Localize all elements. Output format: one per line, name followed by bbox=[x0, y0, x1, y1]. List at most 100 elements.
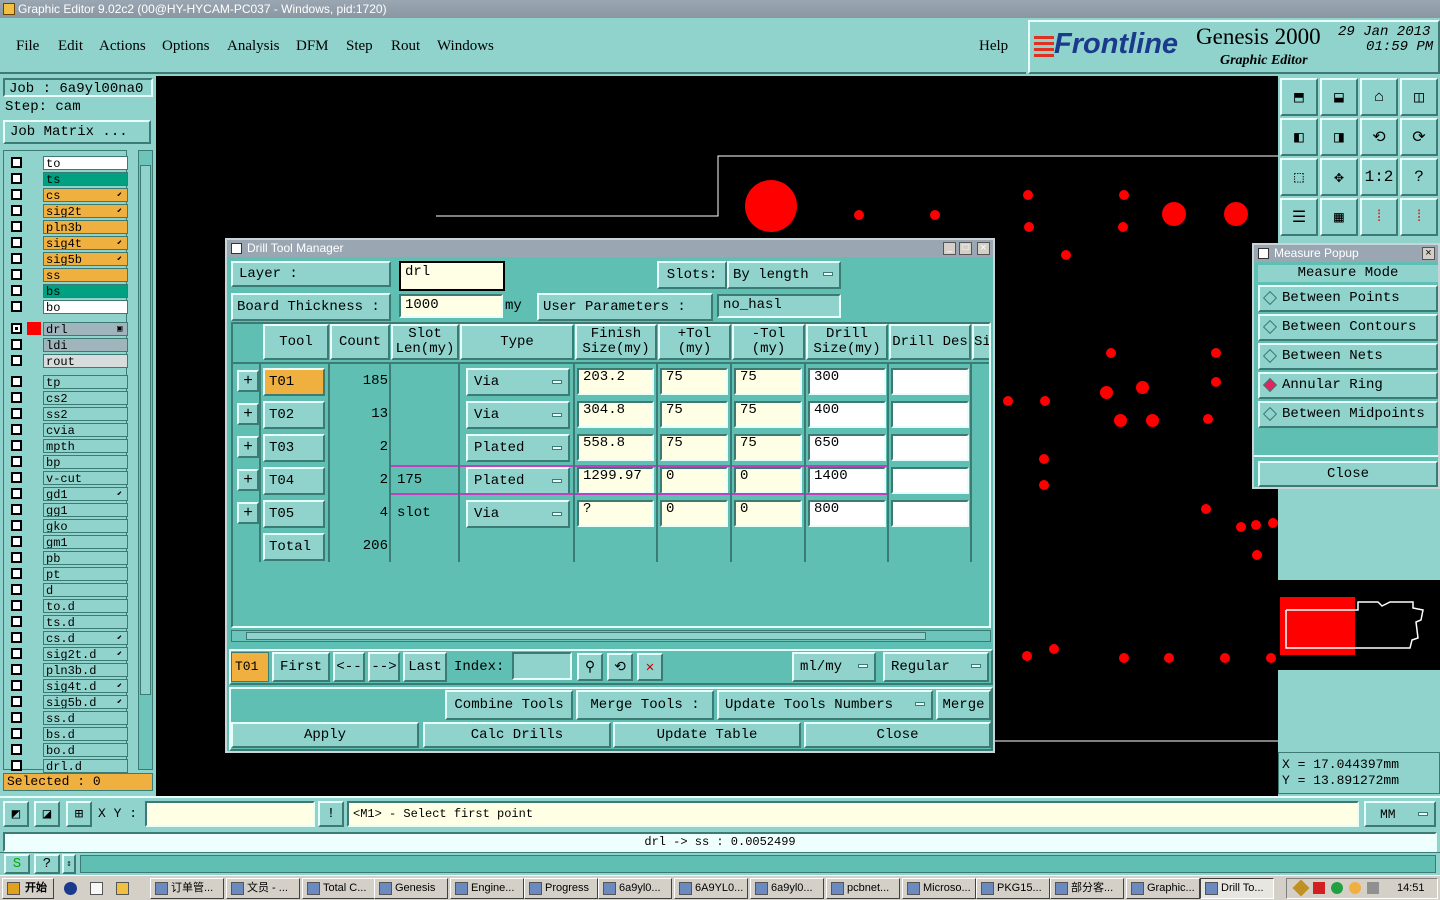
measure-icon[interactable]: ⁞ bbox=[1360, 198, 1398, 236]
fit-all-icon[interactable]: ⬚ bbox=[1280, 158, 1318, 196]
search-icon[interactable]: ⚲ bbox=[577, 653, 603, 681]
layer-row[interactable]: d bbox=[11, 582, 128, 597]
layer-checkbox[interactable] bbox=[11, 552, 22, 563]
menu-actions[interactable]: Actions bbox=[99, 38, 146, 55]
spin-icon[interactable]: ⇕ bbox=[62, 854, 76, 874]
expand-icon[interactable]: + bbox=[237, 502, 259, 524]
layer-name[interactable]: to.d bbox=[43, 598, 128, 613]
scroll-thumb[interactable] bbox=[140, 165, 151, 695]
layer-checkbox[interactable] bbox=[11, 424, 22, 435]
layer-name[interactable]: pln3b.d bbox=[43, 662, 128, 677]
grid-snap-icon[interactable]: ⊞ bbox=[66, 801, 92, 827]
layer-name[interactable]: gg1 bbox=[43, 502, 128, 517]
layer-row[interactable]: bs bbox=[11, 283, 128, 298]
layer-checkbox[interactable] bbox=[11, 472, 22, 483]
layer-row[interactable]: v-cut bbox=[11, 470, 128, 485]
snap-icon[interactable]: ◩ bbox=[3, 801, 29, 827]
layer-row[interactable]: sig5b.d ⬋ bbox=[11, 694, 128, 709]
menu-dfm[interactable]: DFM bbox=[296, 38, 329, 55]
measure-option[interactable]: Between Midpoints bbox=[1258, 401, 1438, 428]
layer-name[interactable]: sig5b.d bbox=[43, 694, 128, 709]
tool-id[interactable]: T03 bbox=[263, 434, 325, 462]
layer-row[interactable]: pln3b bbox=[11, 219, 128, 234]
tool-id[interactable]: T05 bbox=[263, 500, 325, 528]
layer-name[interactable]: sig5b bbox=[43, 251, 128, 266]
type-dropdown[interactable]: Plated bbox=[466, 467, 570, 495]
layer-name[interactable]: drl.d bbox=[43, 758, 128, 773]
layer-name[interactable]: cs2 bbox=[43, 390, 128, 405]
layer-name[interactable]: cs bbox=[43, 187, 128, 202]
layer-name[interactable]: ss bbox=[43, 267, 128, 282]
layer-checkbox[interactable] bbox=[11, 488, 22, 499]
merge-button[interactable]: Merge bbox=[936, 690, 991, 720]
units-mm-dropdown[interactable]: MM bbox=[1364, 801, 1436, 827]
type-dropdown[interactable]: Plated bbox=[466, 434, 570, 462]
taskbar-item[interactable]: pcbnet... bbox=[826, 878, 900, 899]
h-scroll-thumb[interactable] bbox=[246, 632, 926, 640]
plus-tol-input[interactable]: 0 bbox=[660, 467, 728, 494]
layer-checkbox[interactable] bbox=[11, 339, 22, 350]
layer-checkbox[interactable] bbox=[11, 205, 22, 216]
layer-row[interactable]: sig4t.d ⬋ bbox=[11, 678, 128, 693]
alert-icon[interactable]: ! bbox=[318, 801, 344, 827]
taskbar-item[interactable]: Microso... bbox=[902, 878, 976, 899]
layer-checkbox[interactable] bbox=[11, 189, 22, 200]
layer-checkbox[interactable] bbox=[11, 696, 22, 707]
layer-name[interactable]: tp bbox=[43, 374, 128, 389]
first-button[interactable]: First bbox=[272, 652, 330, 682]
measure-option[interactable]: Between Contours bbox=[1258, 314, 1438, 341]
drill-size-input[interactable]: 300 bbox=[808, 368, 886, 395]
layer-checkbox[interactable] bbox=[11, 536, 22, 547]
taskbar-item[interactable]: 部分客... bbox=[1050, 878, 1124, 899]
layer-checkbox[interactable] bbox=[11, 648, 22, 659]
taskbar-item[interactable]: PKG15... bbox=[976, 878, 1050, 899]
layer-checkbox[interactable] bbox=[11, 376, 22, 387]
apply-button[interactable]: Apply bbox=[231, 722, 419, 748]
update-tools-numbers-dropdown[interactable]: Update Tools Numbers bbox=[717, 690, 933, 720]
expand-icon[interactable]: + bbox=[237, 469, 259, 491]
last-button[interactable]: Last bbox=[403, 652, 447, 682]
taskbar-item[interactable]: 6a9yl0... bbox=[598, 878, 672, 899]
layer-name[interactable]: pb bbox=[43, 550, 128, 565]
horizontal-scrollbar[interactable] bbox=[231, 630, 991, 642]
layer-row[interactable]: tp bbox=[11, 374, 128, 389]
layer-name[interactable]: bp bbox=[43, 454, 128, 469]
layer-row[interactable]: bs.d bbox=[11, 726, 128, 741]
minimize-icon[interactable]: _ bbox=[943, 242, 956, 255]
taskbar-item[interactable]: Progress bbox=[524, 878, 598, 899]
menu-windows[interactable]: Windows bbox=[437, 38, 494, 55]
mode-dropdown[interactable]: Regular bbox=[883, 652, 989, 682]
plus-tol-input[interactable]: 0 bbox=[660, 500, 728, 527]
taskbar-item[interactable]: 6A9YL0... bbox=[674, 878, 748, 899]
close-icon[interactable]: × bbox=[1422, 247, 1435, 260]
minus-tol-input[interactable]: 75 bbox=[734, 434, 802, 461]
layer-name[interactable]: cs.d bbox=[43, 630, 128, 645]
folder-icon[interactable] bbox=[116, 882, 129, 895]
layer-row[interactable]: cs ⬋ bbox=[11, 187, 128, 202]
taskbar-item[interactable]: Engine... bbox=[450, 878, 524, 899]
layer-checkbox[interactable] bbox=[11, 664, 22, 675]
tool-id[interactable]: T01 bbox=[263, 368, 325, 396]
measure-option[interactable]: Between Points bbox=[1258, 285, 1438, 312]
zoom-home-icon[interactable]: ⬒ bbox=[1280, 78, 1318, 116]
zoom-in-icon[interactable]: ⬓ bbox=[1320, 78, 1358, 116]
combine-tools-button[interactable]: Combine Tools bbox=[445, 690, 573, 720]
taskbar-item[interactable]: 订单管... bbox=[150, 878, 224, 899]
plus-tol-input[interactable]: 75 bbox=[660, 434, 728, 461]
layer-row[interactable]: drl ▣ bbox=[11, 321, 128, 336]
tool-id[interactable]: T02 bbox=[263, 401, 325, 429]
drill-size-input[interactable]: 800 bbox=[808, 500, 886, 527]
type-dropdown[interactable]: Via bbox=[466, 368, 570, 396]
layer-checkbox[interactable] bbox=[11, 680, 22, 691]
layer-row[interactable]: cvia bbox=[11, 422, 128, 437]
finish-size-input[interactable]: 558.8 bbox=[577, 434, 654, 461]
layer-name[interactable]: ts.d bbox=[43, 614, 128, 629]
prev-button[interactable]: <-- bbox=[333, 652, 365, 682]
maximize-icon[interactable]: □ bbox=[959, 242, 972, 255]
layer-checkbox[interactable] bbox=[11, 504, 22, 515]
layer-name[interactable]: bo.d bbox=[43, 742, 128, 757]
delete-icon[interactable]: ✕ bbox=[637, 653, 663, 681]
units-dropdown[interactable]: ml/my bbox=[792, 652, 876, 682]
layer-row[interactable]: bo.d bbox=[11, 742, 128, 757]
tray-icon[interactable] bbox=[1349, 882, 1361, 894]
